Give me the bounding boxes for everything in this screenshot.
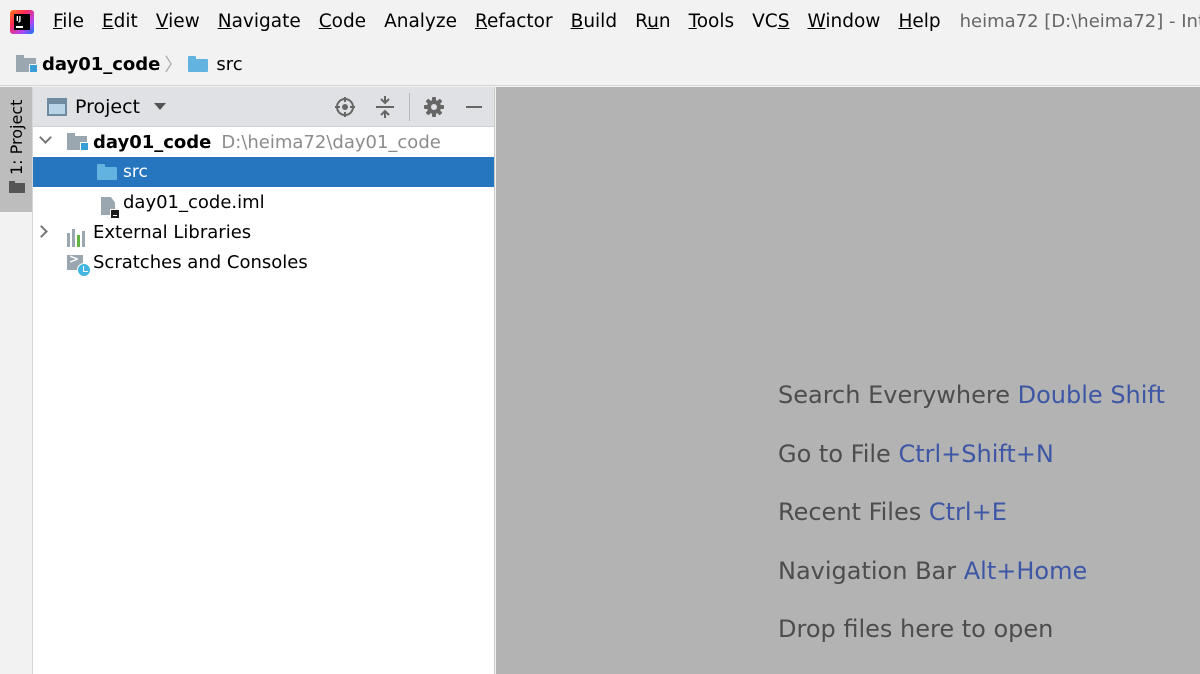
tree-item-label: Scratches and Consoles [93,251,308,273]
menu-run[interactable]: Run [626,0,680,43]
project-panel: Project day01_code D:\heima72\day01_code… [33,87,495,674]
module-path: D:\heima72\day01_code [221,131,441,153]
project-view-icon [47,97,67,116]
settings-button[interactable] [414,87,454,127]
hint-shortcut: Ctrl+E [928,498,1007,526]
tree-item-label: External Libraries [93,221,252,243]
hint-text: Navigation Bar [778,557,957,585]
menu-file[interactable]: File [44,0,93,43]
module-icon [16,55,38,73]
project-tree: day01_code D:\heima72\day01_code src day0… [33,127,494,277]
menu-edit[interactable]: Edit [93,0,147,43]
hide-panel-button[interactable] [454,87,494,127]
collapse-all-icon [376,96,394,118]
tree-item-label: src [123,162,148,182]
project-tool-tab[interactable]: 1: Project [0,87,32,212]
hint-shortcut: Double Shift [1017,381,1165,409]
libraries-icon [67,229,89,247]
gear-icon [424,97,444,117]
tree-item-external-libraries[interactable]: External Libraries [33,217,494,247]
chevron-right-icon[interactable] [35,225,48,238]
menu-help[interactable]: Help [889,0,949,43]
hint-go-to-file: Go to File Ctrl+Shift+N [778,440,1054,468]
menu-tools[interactable]: Tools [680,0,744,43]
hint-shortcut: Ctrl+Shift+N [898,440,1054,468]
tree-item-label: day01_code D:\heima72\day01_code [93,132,441,153]
tree-item-scratches[interactable]: Scratches and Consoles [33,247,494,277]
scratches-icon [67,252,91,277]
hint-search-everywhere: Search Everywhere Double Shift [778,381,1165,409]
hint-drop-files: Drop files here to open [778,615,1053,643]
collapse-all-button[interactable] [365,87,405,127]
project-panel-header: Project [33,87,494,127]
breadcrumb-module[interactable]: day01_code [42,54,160,75]
breadcrumb-src[interactable]: src [216,54,242,75]
tree-item-iml[interactable]: day01_code.iml [33,187,494,219]
hint-text: Search Everywhere [778,381,1010,409]
folder-icon [9,181,25,193]
hint-shortcut: Alt+Home [963,557,1088,585]
hint-text: Drop files here to open [778,615,1054,643]
module-icon [67,133,89,151]
toolbar-divider [409,93,410,121]
tree-item-label: day01_code.iml [123,191,265,213]
window-title: heima72 [D:\heima72] - IntelliJ [959,11,1200,32]
menu-navigate[interactable]: Navigate [209,0,310,43]
menu-analyze[interactable]: Analyze [375,0,466,43]
minimize-icon [466,106,482,108]
left-tool-strip: 1: Project [0,87,33,674]
module-name: day01_code [93,131,212,153]
menu-vcs[interactable]: VCS [743,0,798,43]
menu-refactor[interactable]: Refactor [466,0,562,43]
hint-text: Recent Files [778,498,922,526]
project-tool-tab-label: 1: Project [7,99,26,175]
menu-code[interactable]: Code [310,0,375,43]
menu-bar: IJ File Edit View Navigate Code Analyze … [0,0,1200,43]
folder-icon [188,56,209,72]
folder-icon [97,164,117,180]
chevron-down-icon[interactable] [39,131,52,144]
hint-navigation-bar: Navigation Bar Alt+Home [778,557,1087,585]
menu-view[interactable]: View [147,0,209,43]
crosshair-icon [335,97,355,117]
module-file-icon [101,197,120,219]
tree-item-module[interactable]: day01_code D:\heima72\day01_code [33,127,494,157]
panel-actions [325,87,494,127]
breadcrumb-separator: 〉 [164,55,183,76]
hint-text: Go to File [778,440,891,468]
breadcrumb: day01_code 〉 src [0,43,1200,86]
menu-window[interactable]: Window [798,0,889,43]
hint-recent-files: Recent Files Ctrl+E [778,498,1007,526]
menu-build[interactable]: Build [562,0,626,43]
chevron-down-icon[interactable] [154,103,167,110]
project-panel-title[interactable]: Project [75,96,140,118]
intellij-logo-icon[interactable]: IJ [10,9,34,34]
editor-area[interactable]: Search Everywhere Double Shift Go to Fil… [496,87,1200,674]
tree-item-src[interactable]: src [33,157,494,187]
locate-file-button[interactable] [325,87,365,127]
